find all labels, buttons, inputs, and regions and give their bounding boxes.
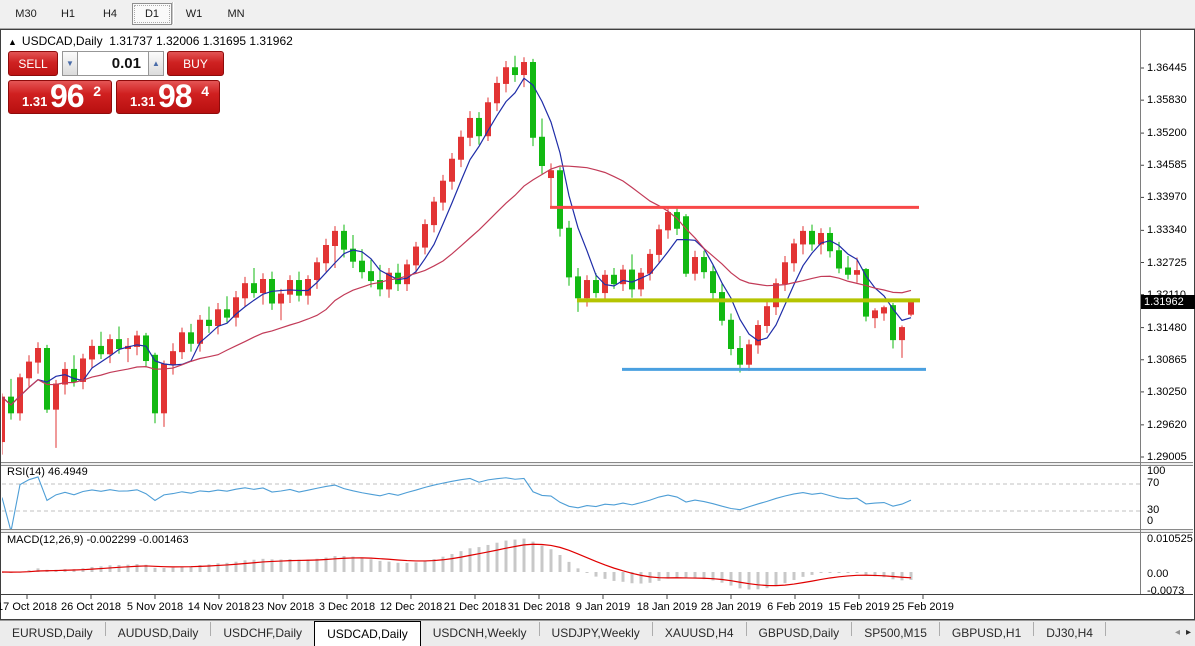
date-axis-label: 17 Oct 2018: [0, 601, 57, 613]
chevron-down-icon: ▼: [66, 59, 74, 68]
volume-input[interactable]: 0.01: [77, 51, 149, 76]
date-axis-label: 21 Dec 2018: [443, 601, 507, 613]
tab-separator: [1104, 621, 1106, 636]
date-axis-border: [1, 594, 1193, 595]
macd-scale-label: 0.010525: [1147, 533, 1193, 545]
chart-tab-usdcad[interactable]: USDCAD,Daily: [314, 621, 421, 646]
chart-tab-usdchf[interactable]: USDCHF,Daily: [211, 621, 314, 645]
timeframe-button-d1[interactable]: D1: [132, 3, 172, 25]
price-axis-label: 1.30250: [1147, 385, 1187, 398]
date-axis-label: 23 Nov 2018: [251, 601, 315, 613]
price-axis-label: 1.29005: [1147, 451, 1187, 463]
tab-scroll-left-icon[interactable]: ◂: [1175, 627, 1180, 638]
chart-tab-gbpusd[interactable]: GBPUSD,Daily: [747, 621, 852, 645]
date-axis-label: 28 Jan 2019: [700, 601, 762, 613]
volume-increase-button[interactable]: ▲: [148, 51, 164, 76]
price-axis-label: 1.35200: [1147, 127, 1187, 140]
current-price-tag: 1.31962: [1141, 295, 1195, 310]
sell-price-fraction: 2: [93, 83, 101, 99]
date-axis-label: 5 Nov 2018: [126, 601, 184, 613]
collapse-panel-arrow-icon[interactable]: ▲: [8, 37, 17, 47]
date-axis-label: 18 Jan 2019: [636, 601, 698, 613]
date-axis-label: 9 Jan 2019: [575, 601, 631, 613]
date-axis-label: 31 Dec 2018: [507, 601, 571, 613]
buy-button[interactable]: BUY: [167, 51, 224, 76]
price-axis-label: 1.33340: [1147, 224, 1187, 237]
chart-title: ▲ USDCAD,Daily 1.31737 1.32006 1.31695 1.…: [8, 34, 293, 48]
date-axis-label: 15 Feb 2019: [828, 601, 890, 613]
timeframe-button-w1[interactable]: W1: [174, 3, 214, 25]
chart-tab-sp500[interactable]: SP500,M15: [852, 621, 939, 645]
chart-tab-bar: EURUSD,Daily AUDUSD,Daily USDCHF,Daily USDC…: [0, 620, 1195, 646]
price-axis-label: 1.35830: [1147, 94, 1187, 107]
price-axis-label: 1.32725: [1147, 256, 1187, 269]
rsi-scale-label: 70: [1147, 477, 1160, 489]
rsi-pane-splitter[interactable]: [1, 462, 1193, 466]
volume-decrease-button[interactable]: ▼: [62, 51, 78, 76]
date-axis-label: 12 Dec 2018: [379, 601, 443, 613]
buy-price-button[interactable]: 1.31 98 4: [116, 78, 220, 114]
chart-tab-usdcnh[interactable]: USDCNH,Weekly: [421, 621, 539, 645]
sell-button[interactable]: SELL: [8, 51, 58, 76]
price-axis-border: [1140, 30, 1141, 595]
chart-tab-usdjpy[interactable]: USDJPY,Weekly: [540, 621, 652, 645]
toolbar-separator: [172, 2, 174, 24]
price-axis-label: 1.34585: [1147, 159, 1187, 172]
timeframe-button-mn[interactable]: MN: [216, 3, 256, 25]
buy-price-pips: 98: [158, 78, 193, 114]
timeframe-toolbar: M30 H1 H4 D1 W1 MN: [0, 0, 1195, 29]
rsi-scale-label: 100: [1147, 465, 1166, 477]
sell-price-button[interactable]: 1.31 96 2: [8, 78, 112, 114]
symbol-period-label: USDCAD,Daily: [21, 34, 103, 48]
macd-pane-splitter[interactable]: [1, 529, 1193, 533]
chart-tab-eurusd[interactable]: EURUSD,Daily: [0, 621, 105, 645]
timeframe-button-h4[interactable]: H4: [90, 3, 130, 25]
sell-price-base: 1.31: [22, 94, 48, 109]
chevron-up-icon: ▲: [152, 59, 160, 68]
price-axis-label: 1.33970: [1147, 191, 1187, 204]
price-axis-label: 1.36445: [1147, 62, 1187, 74]
macd-label: MACD(12,26,9) -0.002299 -0.001463: [7, 534, 189, 546]
price-axis-label: 1.30865: [1147, 353, 1187, 366]
tab-scroll-right-icon[interactable]: ▸: [1186, 627, 1191, 638]
tab-scroll-arrows: ◂ ▸: [1168, 621, 1195, 645]
chart-tab-xauusd[interactable]: XAUUSD,H4: [653, 621, 746, 645]
price-axis-label: 1.31480: [1147, 321, 1187, 334]
timeframe-buttons: M30 H1 H4 D1 W1 MN: [6, 3, 258, 25]
chart-tab-dj30[interactable]: DJ30,H4: [1034, 621, 1105, 645]
ohlc-values: 1.31737 1.32006 1.31695 1.31962: [109, 34, 293, 48]
rsi-scale-label: 0: [1147, 515, 1154, 527]
date-axis-label: 3 Dec 2018: [318, 601, 376, 613]
price-axis-label: 1.29620: [1147, 418, 1187, 431]
chart-tab-audusd[interactable]: AUDUSD,Daily: [106, 621, 211, 645]
date-axis-label: 26 Oct 2018: [61, 601, 121, 613]
macd-scale-label: 0.00: [1147, 568, 1169, 580]
date-axis-label: 14 Nov 2018: [187, 601, 251, 613]
timeframe-button-m30[interactable]: M30: [6, 3, 46, 25]
rsi-label: RSI(14) 46.4949: [7, 466, 88, 478]
buy-price-fraction: 4: [201, 83, 209, 99]
chart-tab-gbpusd[interactable]: GBPUSD,H1: [940, 621, 1033, 645]
buy-price-base: 1.31: [130, 94, 156, 109]
sell-price-pips: 96: [50, 78, 85, 114]
timeframe-button-h1[interactable]: H1: [48, 3, 88, 25]
date-axis-label: 25 Feb 2019: [892, 601, 954, 613]
date-axis-label: 6 Feb 2019: [767, 601, 823, 613]
mt4-chart-screen: M30 H1 H4 D1 W1 MN ▲ USDCAD,Daily 1.31737 1.32…: [0, 0, 1195, 646]
macd-scale-label: -0.0073: [1147, 585, 1185, 597]
chart-tabs: EURUSD,Daily AUDUSD,Daily USDCHF,Daily USDC…: [0, 621, 1195, 646]
